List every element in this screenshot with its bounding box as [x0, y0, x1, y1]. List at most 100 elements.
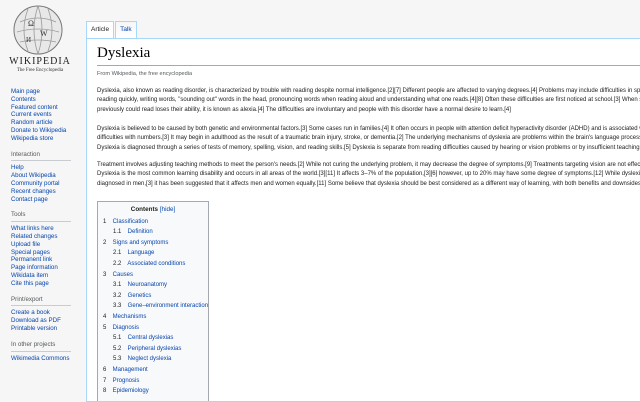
sidebar-header-other-projects[interactable]: In other projects	[11, 341, 71, 352]
toc-item[interactable]: 3 Causes	[103, 270, 208, 281]
sidebar-item-page-information[interactable]: Page information	[11, 264, 85, 272]
sidebar-header-tools[interactable]: Tools	[11, 211, 71, 223]
toc-item[interactable]: 5.2 Peripheral dyslexias	[103, 344, 208, 355]
sidebar-item-cite-this-page[interactable]: Cite this page	[11, 280, 85, 288]
toc-item-number: 8	[103, 388, 107, 395]
toc-list: 1 Classification 1.1 Definition 2 Signs an…	[98, 217, 208, 397]
toc-item-number: 4	[103, 313, 107, 320]
toc-item[interactable]: 1.1 Definition	[103, 227, 208, 238]
toc-item[interactable]: 5.1 Central dyslexias	[103, 333, 208, 344]
toc-item[interactable]: 1 Classification	[103, 217, 208, 228]
toc-item-number: 1	[103, 218, 107, 225]
sidebar-other-group: Wikimedia Commons	[11, 355, 85, 363]
sidebar-item-recent-changes[interactable]: Recent changes	[11, 188, 85, 196]
toc-item[interactable]: 6 Management	[103, 365, 208, 376]
toc-item[interactable]: 8 Epidemiology	[103, 386, 208, 397]
sidebar-item-create-a-book[interactable]: Create a book	[11, 309, 85, 317]
sidebar-item-wikidata-item[interactable]: Wikidata item	[11, 272, 85, 280]
toc-item-number: 2.2	[113, 260, 122, 267]
toc-item-label: Management	[112, 366, 148, 373]
toc-item[interactable]: 5.3 Neglect dyslexia	[103, 354, 208, 365]
paragraph-3: Treatment involves adjusting teaching me…	[97, 161, 640, 189]
paragraph-1: Dyslexia, also known as reading disorder…	[97, 87, 640, 115]
sidebar-interaction-group: Help About Wikipedia Community portal Recen…	[11, 164, 85, 203]
sidebar-item-community-portal[interactable]: Community portal	[11, 180, 85, 188]
toc-item[interactable]: 4 Mechanisms	[103, 312, 208, 323]
toc-item-number: 5.1	[113, 335, 122, 342]
sidebar-item-special-pages[interactable]: Special pages	[11, 249, 85, 257]
paragraph-line: reading quickly, writing words, "soundin…	[97, 97, 640, 104]
sidebar-item-contents[interactable]: Contents	[11, 96, 85, 104]
logo-tagline: The Free Encyclopedia	[16, 68, 64, 73]
toc-item-label: Epidemiology	[112, 388, 149, 395]
wikipedia-logo[interactable]: Ω W И WIKIPEDIA The Free Encyclopedia	[0, 0, 86, 80]
sidebar-item-upload-file[interactable]: Upload file	[11, 241, 85, 249]
toc-item-label: Mechanisms	[112, 313, 147, 320]
sidebar-item-wikipedia-store[interactable]: Wikipedia store	[11, 135, 85, 143]
toc-item-number: 2	[103, 239, 107, 246]
sidebar-item-help[interactable]: Help	[11, 164, 85, 172]
toc-title: Contents	[130, 206, 159, 213]
toc-item-number: 3	[103, 271, 107, 278]
sidebar-item-contact-page[interactable]: Contact page	[11, 196, 85, 204]
toc-item[interactable]: 2.1 Language	[103, 248, 208, 259]
page-title: Dyslexia	[97, 45, 640, 66]
sidebar-item-what-links-here[interactable]: What links here	[11, 225, 85, 233]
toc-item[interactable]: 2 Signs and symptoms	[103, 238, 208, 249]
puzzle-globe-icon: Ω W И	[13, 5, 63, 55]
tab-article[interactable]: Article	[86, 21, 115, 39]
sidebar-item-about-wikipedia[interactable]: About Wikipedia	[11, 172, 85, 180]
toc-item-number: 7	[103, 377, 107, 384]
sidebar-item-random-article[interactable]: Random article	[11, 119, 85, 127]
sidebar-item-main-page[interactable]: Main page	[11, 88, 85, 96]
sidebar-main-group: Main page Contents Featured content Current…	[11, 88, 85, 143]
toc-item[interactable]: 3.2 Genetics	[103, 291, 208, 302]
paragraph-line: previously could read loses their abilit…	[97, 106, 511, 113]
toc-item[interactable]: 3.3 Gene–environment interaction	[103, 301, 208, 312]
toc-item-number: 2.1	[113, 250, 122, 257]
toc-item-label: Neuroanatomy	[127, 282, 168, 289]
namespace-tabs: Article Talk	[86, 21, 138, 39]
table-of-contents: Contents [hide] 1 Classification 1.1 Defi…	[97, 201, 209, 401]
sidebar-item-donate-to-wikipedia[interactable]: Donate to Wikipedia	[11, 127, 85, 135]
tab-talk[interactable]: Talk	[115, 21, 137, 39]
sidebar-item-current-events[interactable]: Current events	[11, 111, 85, 119]
sidebar: Main page Contents Featured content Current…	[11, 88, 85, 362]
sidebar-item-featured-content[interactable]: Featured content	[11, 104, 85, 112]
toc-item-number: 3.1	[113, 282, 122, 289]
toc-item-label: Genetics	[127, 292, 152, 299]
toc-item-number: 1.1	[113, 229, 122, 236]
toc-item-label: Neglect dyslexia	[127, 356, 172, 363]
sidebar-header-interaction[interactable]: Interaction	[11, 151, 71, 162]
svg-text:W: W	[40, 29, 48, 38]
toc-item-label: Prognosis	[112, 377, 140, 384]
toc-item[interactable]: 3.1 Neuroanatomy	[103, 280, 208, 291]
toc-item-label: Causes	[112, 271, 134, 278]
paragraph-line: Dyslexia is the most common learning dis…	[97, 171, 640, 178]
site-subtitle: From Wikipedia, the free encyclopedia	[97, 71, 193, 77]
logo-wordmark: WIKIPEDIA	[9, 56, 71, 67]
svg-text:И: И	[26, 36, 31, 44]
sidebar-item-wikimedia-commons[interactable]: Wikimedia Commons	[11, 355, 85, 363]
sidebar-item-printable-version[interactable]: Printable version	[11, 325, 85, 333]
sidebar-header-print[interactable]: Print/export	[11, 296, 71, 307]
sidebar-item-permanent-link[interactable]: Permanent link	[11, 256, 85, 264]
sidebar-item-related-changes[interactable]: Related changes	[11, 233, 85, 241]
toc-item-label: Associated conditions	[127, 260, 186, 267]
toc-item[interactable]: 7 Prognosis	[103, 376, 208, 387]
toc-header: Contents [hide]	[98, 205, 208, 216]
paragraph-line: Treatment involves adjusting teaching me…	[97, 162, 640, 168]
paragraph-line: diagnosed in men,[3] it has been suggest…	[97, 180, 640, 187]
svg-text:Ω: Ω	[28, 19, 34, 28]
toc-item[interactable]: 5 Diagnosis	[103, 323, 208, 334]
toc-item-number: 5	[103, 324, 107, 331]
toc-item-number: 5.2	[113, 345, 122, 352]
article-content: Dyslexia From Wikipedia, the free encycl…	[86, 38, 640, 402]
toc-hide-toggle[interactable]: [hide]	[160, 206, 175, 213]
toc-item-number: 6	[103, 366, 107, 373]
toc-item[interactable]: 2.2 Associated conditions	[103, 259, 208, 270]
paragraph-line: difficulties with numbers.[3] It may beg…	[97, 135, 640, 142]
sidebar-item-download-as-pdf[interactable]: Download as PDF	[11, 317, 85, 325]
paragraph-line: Dyslexia is diagnosed through a series o…	[97, 144, 640, 151]
toc-item-label: Classification	[112, 218, 149, 225]
